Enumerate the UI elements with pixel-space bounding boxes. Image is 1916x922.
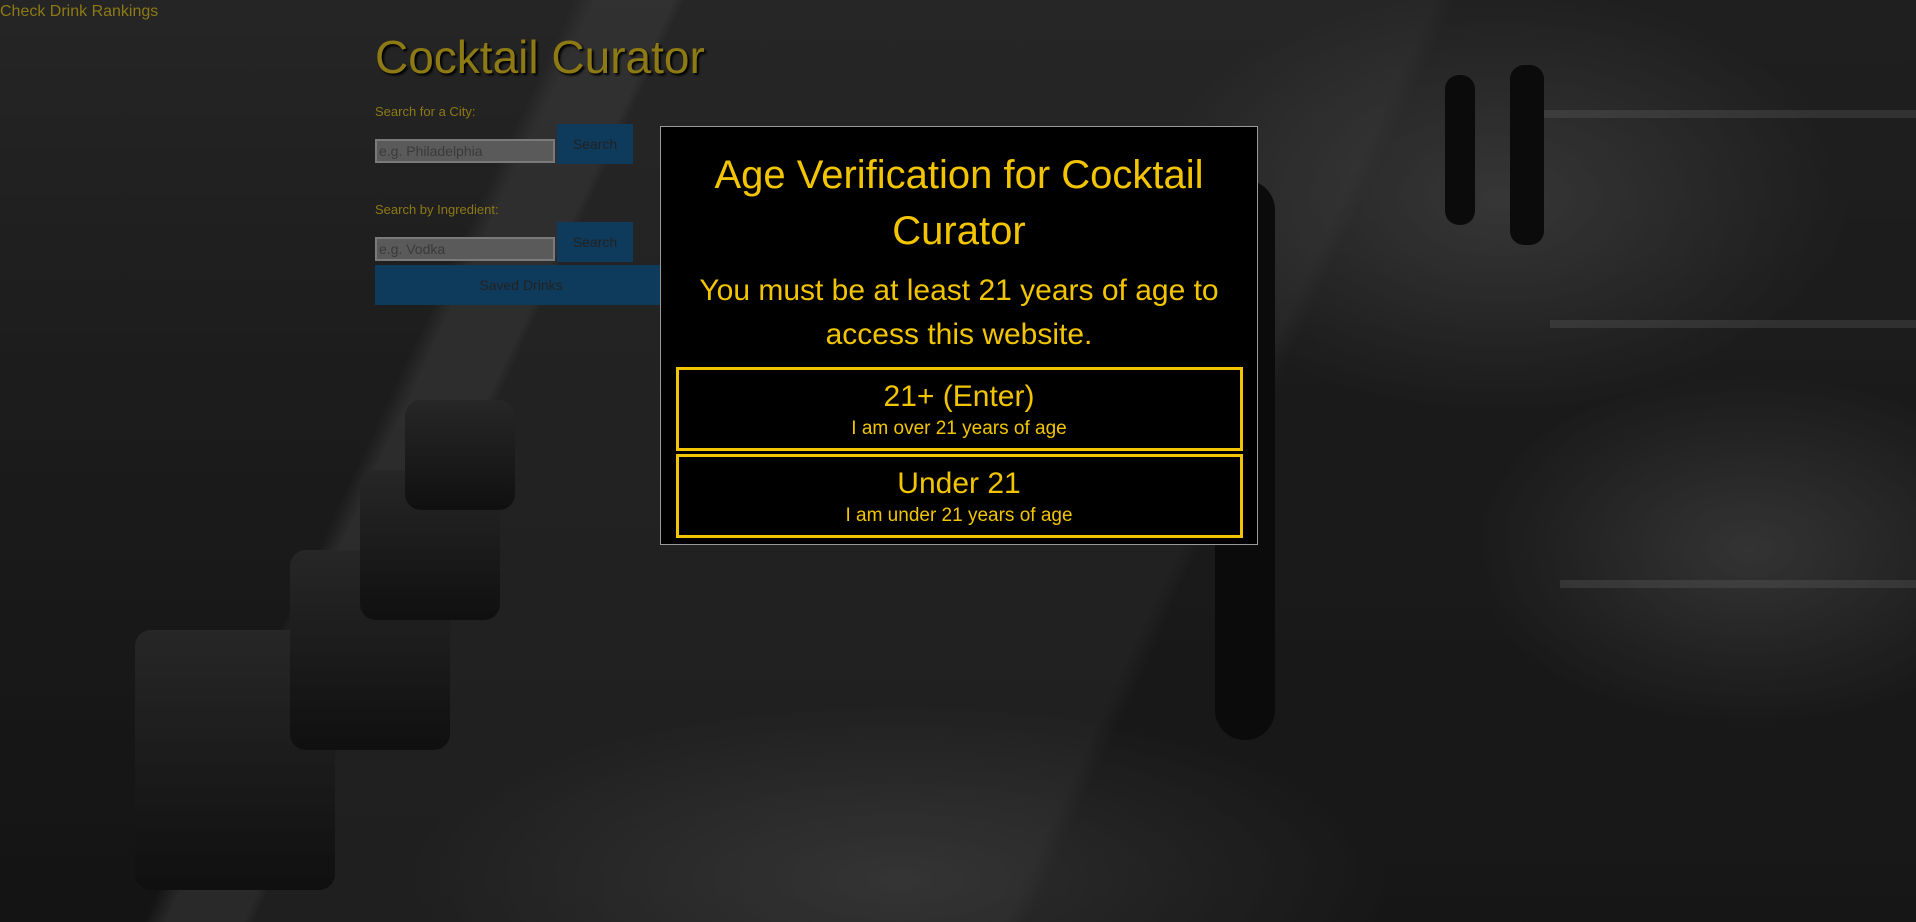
page-title: Cocktail Curator: [375, 31, 705, 83]
enter-21-plus-button[interactable]: 21+ (Enter) I am over 21 years of age: [675, 367, 1243, 451]
age-verification-modal: Age Verification for Cocktail Curator Yo…: [660, 126, 1258, 545]
enter-button-subtext: I am over 21 years of age: [851, 417, 1067, 439]
under-21-button[interactable]: Under 21 I am under 21 years of age: [675, 454, 1243, 538]
enter-button-heading: 21+ (Enter): [883, 379, 1035, 413]
modal-message: You must be at least 21 years of age to …: [699, 274, 1219, 351]
city-search-button[interactable]: Search: [557, 124, 633, 164]
city-search-input[interactable]: [375, 139, 555, 163]
ingredient-search-input[interactable]: [375, 237, 555, 261]
check-drink-rankings-link[interactable]: Check Drink Rankings: [0, 3, 158, 21]
ingredient-search-label: Search by Ingredient:: [375, 202, 499, 217]
under-button-heading: Under 21: [897, 466, 1021, 500]
ingredient-search-button[interactable]: Search: [557, 222, 633, 262]
saved-drinks-button[interactable]: Saved Drinks: [375, 265, 667, 305]
modal-title: Age Verification for Cocktail Curator: [714, 153, 1204, 253]
city-search-label: Search for a City:: [375, 104, 476, 119]
under-button-subtext: I am under 21 years of age: [845, 504, 1073, 526]
